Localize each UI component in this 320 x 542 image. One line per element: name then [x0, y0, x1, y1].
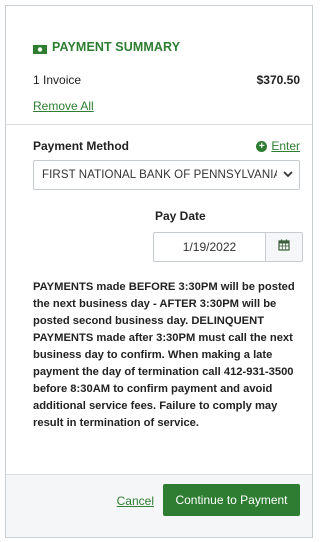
- invoice-amount: $370.50: [256, 73, 300, 87]
- calendar-button[interactable]: [265, 233, 302, 261]
- pay-date-label: Pay Date: [155, 209, 206, 223]
- payment-method-value: FIRST NATIONAL BANK OF PENNSYLVANIA: [42, 169, 277, 181]
- payment-method-label: Payment Method: [33, 139, 130, 153]
- payment-method-row: Payment Method + Enter: [33, 139, 300, 153]
- enter-payment-method-link[interactable]: + Enter: [256, 139, 300, 153]
- remove-all-link[interactable]: Remove All: [33, 99, 94, 113]
- money-icon: [33, 43, 47, 54]
- plus-circle-icon: +: [256, 140, 268, 152]
- chevron-down-icon: [277, 170, 299, 181]
- invoice-count: 1 Invoice: [33, 73, 82, 87]
- calendar-icon: [278, 238, 290, 256]
- payment-summary-card: PAYMENT SUMMARY 1 Invoice $370.50 Remove…: [5, 5, 313, 538]
- divider: [6, 124, 312, 125]
- invoice-row: 1 Invoice $370.50: [33, 73, 300, 87]
- pay-date-input[interactable]: 1/19/2022: [154, 233, 265, 261]
- cancel-link[interactable]: Cancel: [117, 494, 154, 508]
- continue-to-payment-button[interactable]: Continue to Payment: [163, 484, 300, 516]
- pay-date-group: 1/19/2022: [153, 232, 303, 262]
- summary-title: PAYMENT SUMMARY: [33, 40, 180, 54]
- footer-actions: Cancel Continue to Payment: [6, 474, 312, 537]
- enter-link-label[interactable]: Enter: [271, 139, 300, 153]
- payment-notice: PAYMENTS made BEFORE 3:30PM will be post…: [33, 281, 295, 429]
- payment-method-select[interactable]: FIRST NATIONAL BANK OF PENNSYLVANIA: [33, 160, 300, 190]
- summary-title-text: PAYMENT SUMMARY: [52, 40, 181, 54]
